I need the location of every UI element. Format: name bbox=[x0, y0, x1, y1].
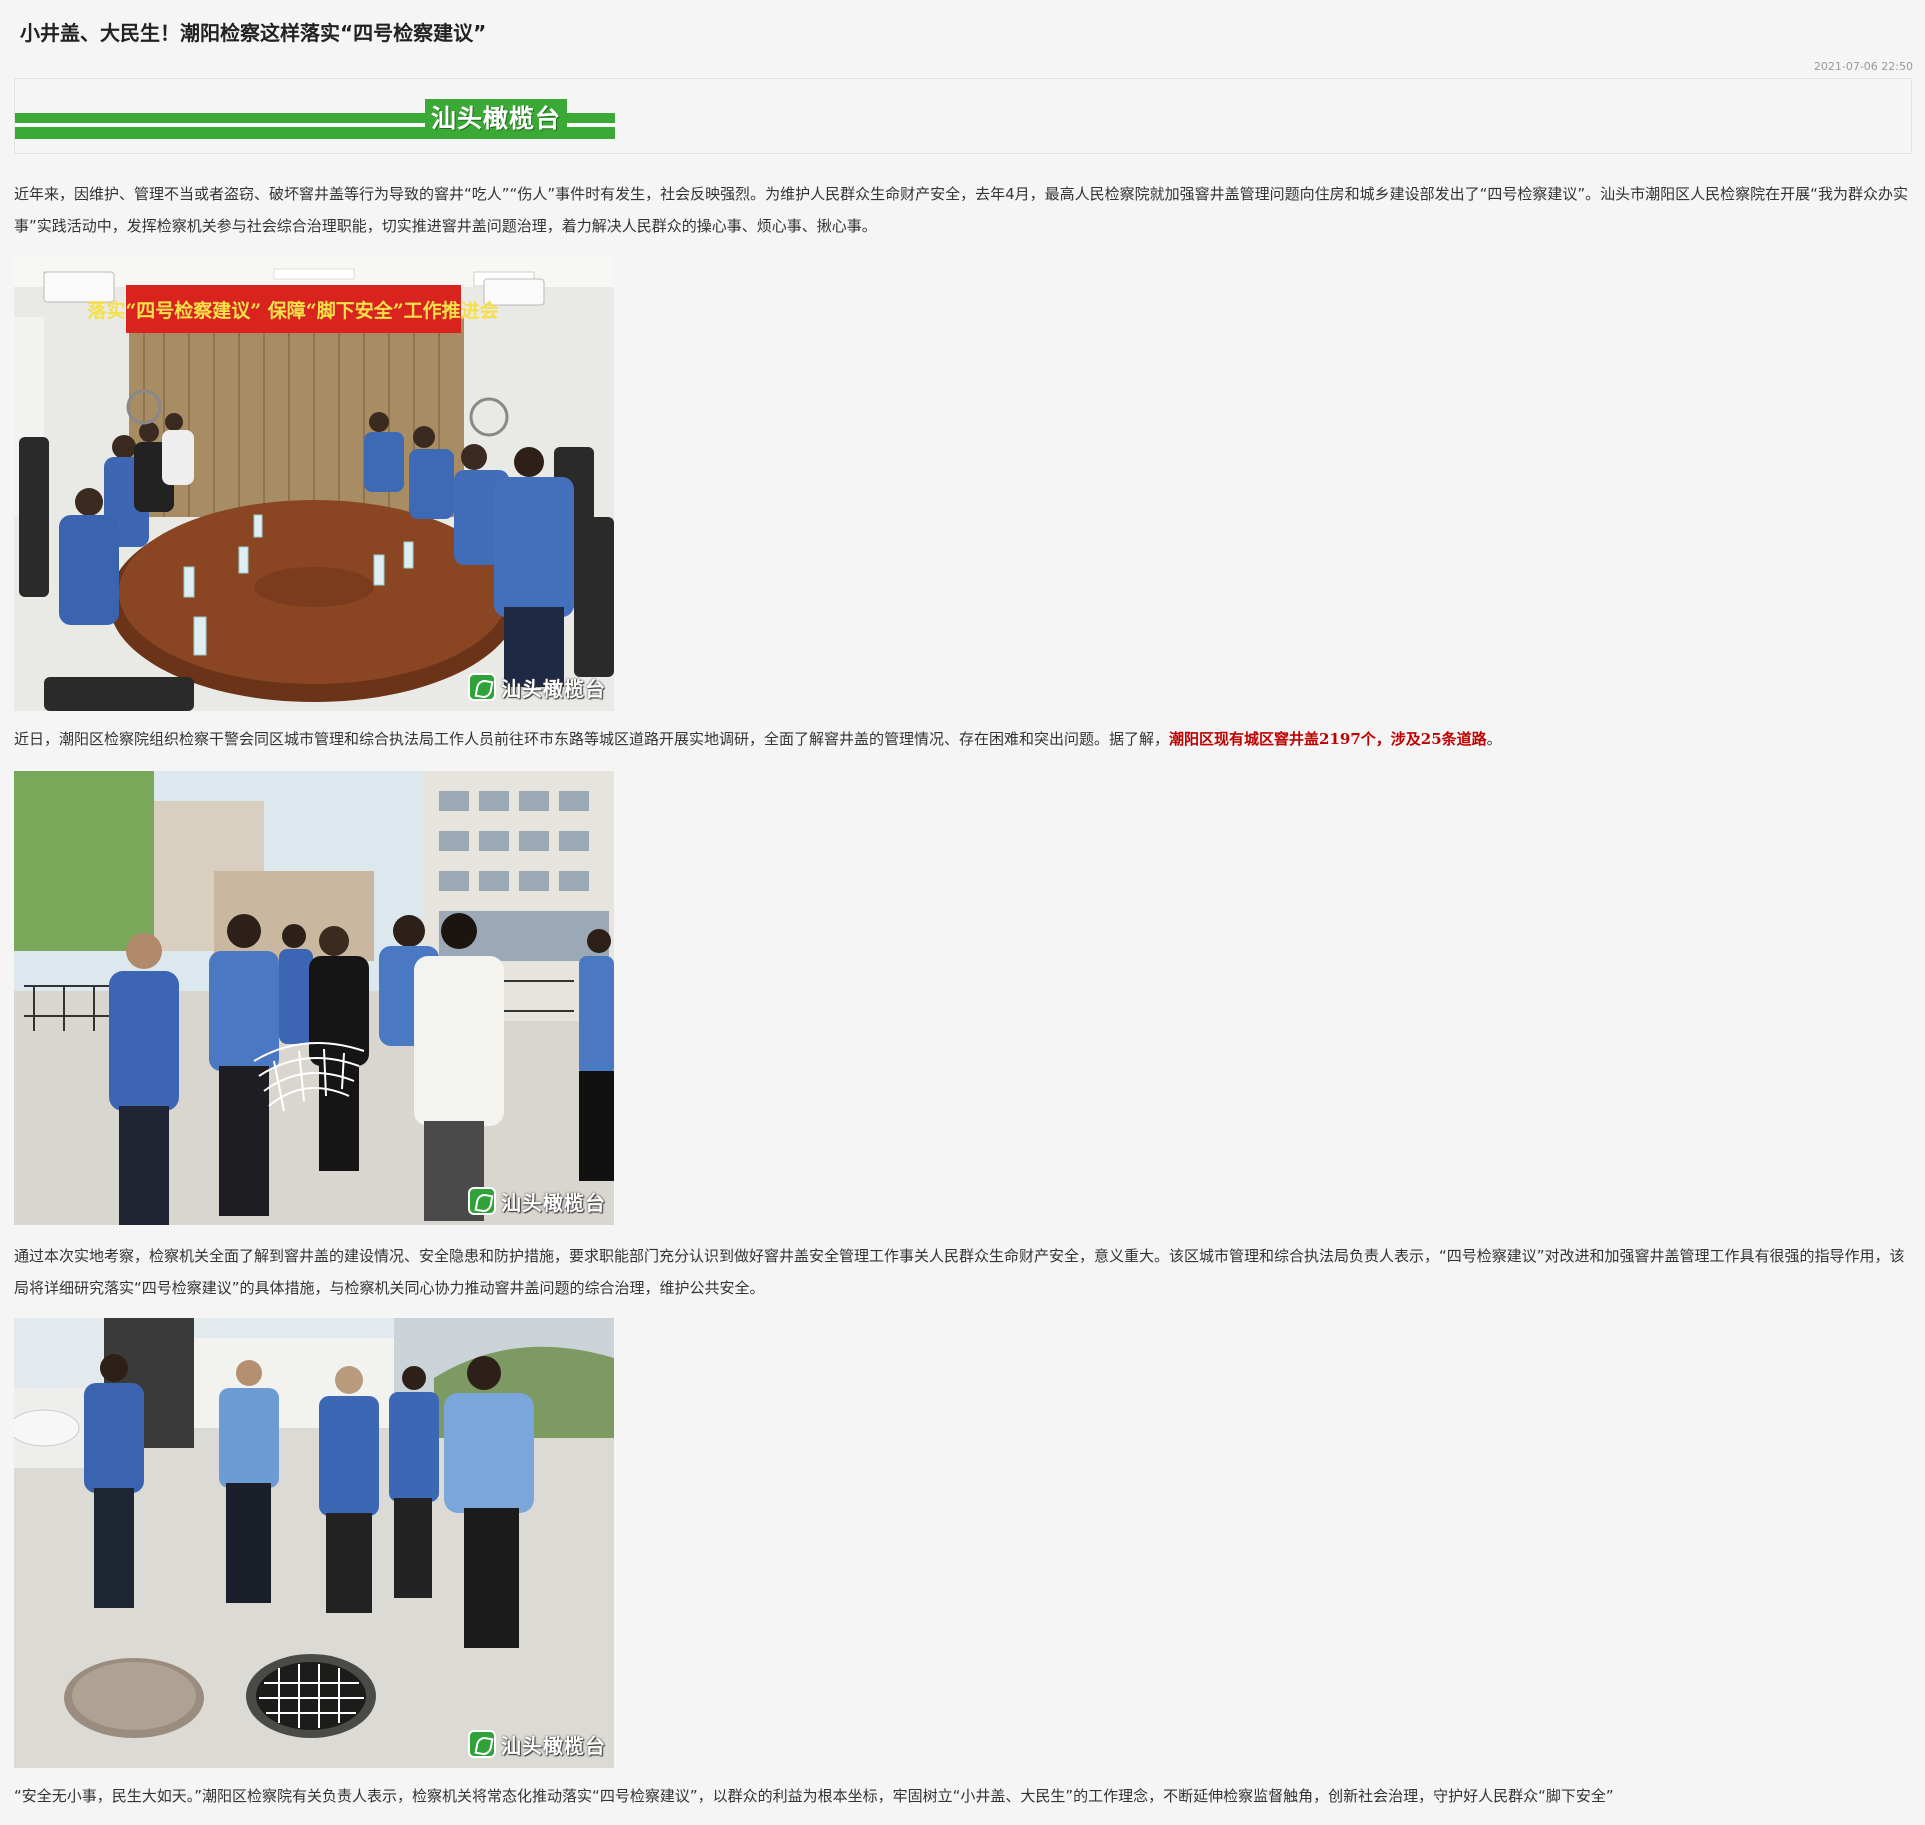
watermark-text: 汕头橄榄台 bbox=[501, 1733, 606, 1758]
watermark: 汕头橄榄台 bbox=[468, 1185, 606, 1217]
article-title: 小井盖、大民生！潮阳检察这样落实“四号检察建议” bbox=[20, 21, 487, 45]
photo-street-inspection: 汕头橄榄台 bbox=[14, 771, 614, 1225]
paragraph-intro: 近年来，因维护、管理不当或者盗窃、破坏窨井盖等行为导致的窨井“吃人”“伤人”事件… bbox=[14, 185, 1908, 235]
watermark-text: 汕头橄榄台 bbox=[501, 1190, 606, 1215]
brand-logo-text: 汕头橄榄台 bbox=[425, 99, 568, 139]
article-page: 小井盖、大民生！潮阳检察这样落实“四号检察建议” 2021-07-06 22:5… bbox=[0, 0, 1925, 1825]
leaf-logo-icon bbox=[468, 1730, 496, 1758]
photo-meeting: 落实“四号检察建议” 保障“脚下安全”工作推进会 汕头橄榄台 bbox=[14, 257, 614, 711]
meeting-banner-text: 落实“四号检察建议” 保障“脚下安全”工作推进会 bbox=[87, 299, 498, 322]
street-illustration bbox=[14, 771, 614, 1225]
brand-banner: 汕头橄榄台 bbox=[15, 99, 615, 141]
leaf-logo-icon bbox=[468, 1187, 496, 1215]
watermark-text: 汕头橄榄台 bbox=[501, 676, 606, 701]
manhole-illustration bbox=[14, 1318, 614, 1768]
meeting-illustration: 落实“四号检察建议” 保障“脚下安全”工作推进会 bbox=[14, 257, 614, 711]
watermark: 汕头橄榄台 bbox=[468, 671, 606, 703]
paragraph-survey: 近日，潮阳区检察院组织检察干警会同区城市管理和综合执法局工作人员前往环市东路等城… bbox=[14, 730, 1502, 748]
header-banner-box: 汕头橄榄台 bbox=[14, 78, 1912, 154]
highlight-statistic: 潮阳区现有城区窨井盖2197个，涉及25条道路 bbox=[1169, 730, 1487, 748]
leaf-logo-icon bbox=[468, 673, 496, 701]
publish-timestamp: 2021-07-06 22:50 bbox=[1813, 60, 1913, 73]
paragraph-conclusion: “安全无小事，民生大如天。”潮阳区检察院有关负责人表示，检察机关将常态化推动落实… bbox=[14, 1787, 1614, 1805]
photo-manhole: 汕头橄榄台 bbox=[14, 1318, 614, 1768]
watermark: 汕头橄榄台 bbox=[468, 1728, 606, 1760]
paragraph-findings: 通过本次实地考察，检察机关全面了解到窨井盖的建设情况、安全隐患和防护措施，要求职… bbox=[14, 1247, 1905, 1297]
